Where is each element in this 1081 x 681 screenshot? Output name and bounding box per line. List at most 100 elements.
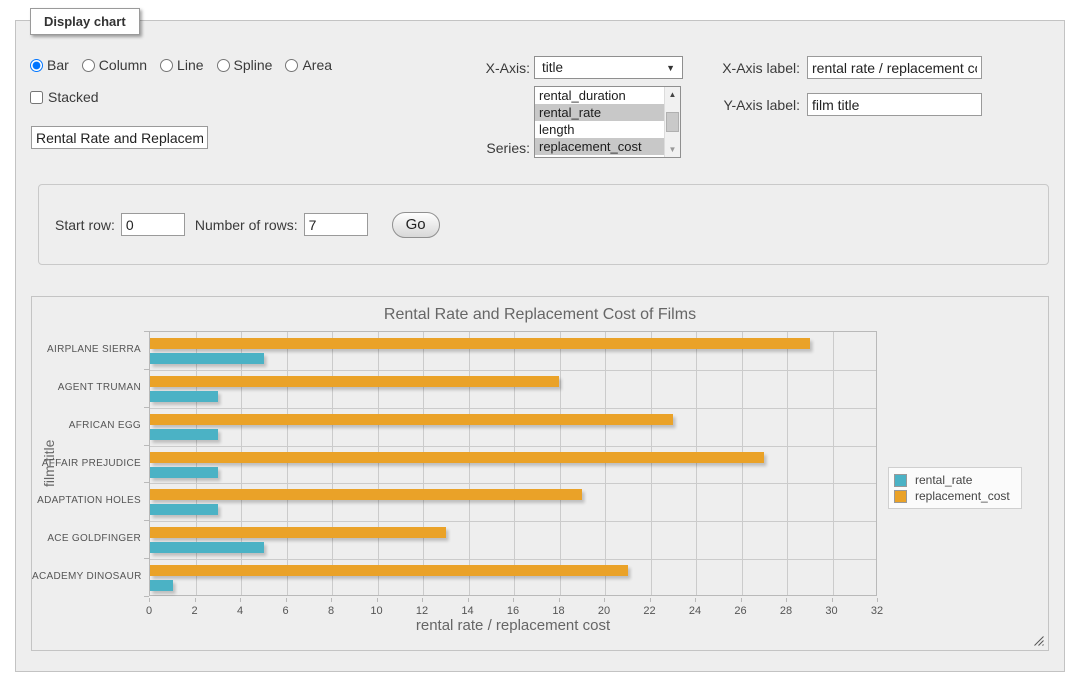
x-axis-tick-label: 16 bbox=[488, 605, 538, 617]
x-axis-tick-label: 22 bbox=[625, 605, 675, 617]
x-axis-tick-label: 28 bbox=[761, 605, 811, 617]
scrollbar-thumb[interactable] bbox=[666, 112, 679, 132]
x-axis-tick-label: 18 bbox=[534, 605, 584, 617]
bar-rental_rate bbox=[150, 542, 264, 553]
panel-title: Display chart bbox=[30, 8, 140, 35]
number-of-rows-input[interactable] bbox=[304, 213, 368, 236]
chart-type-radio-label: Bar bbox=[47, 57, 69, 73]
x-axis-tick bbox=[786, 598, 787, 602]
gridline-vertical bbox=[560, 332, 561, 595]
chart-type-radio-label: Area bbox=[302, 57, 332, 73]
series-options: rental_durationrental_ratelengthreplacem… bbox=[535, 87, 664, 157]
x-axis-tick-label: 30 bbox=[807, 605, 857, 617]
x-axis-tick bbox=[832, 598, 833, 602]
series-option[interactable]: replacement_cost bbox=[535, 138, 664, 155]
stacked-checkbox-row[interactable]: Stacked bbox=[30, 89, 99, 105]
chart-type-option-column[interactable]: Column bbox=[82, 57, 147, 73]
x-axis-tick-label: 4 bbox=[215, 605, 265, 617]
resize-handle-icon[interactable] bbox=[1033, 635, 1045, 647]
category-label: ACE GOLDFINGER bbox=[32, 533, 141, 544]
chart-type-option-bar[interactable]: Bar bbox=[30, 57, 69, 73]
chart-type-option-line[interactable]: Line bbox=[160, 57, 203, 73]
y-axis-label-field-label: Y-Axis label: bbox=[706, 97, 800, 113]
category-label: ACADEMY DINOSAUR bbox=[32, 571, 141, 582]
chart-container: Rental Rate and Replacement Cost of Film… bbox=[31, 296, 1049, 651]
series-option[interactable]: rental_rate bbox=[535, 104, 664, 121]
y-axis-tick bbox=[144, 369, 149, 370]
y-axis-tick bbox=[144, 558, 149, 559]
x-axis-tick-label: 14 bbox=[443, 605, 493, 617]
y-axis-tick bbox=[144, 482, 149, 483]
chart-type-radio-area[interactable] bbox=[285, 59, 298, 72]
x-axis-tick-label: 6 bbox=[261, 605, 311, 617]
gridline-vertical bbox=[833, 332, 834, 595]
bar-rental_rate bbox=[150, 353, 264, 364]
legend-swatch-replacement_cost bbox=[894, 490, 907, 503]
stacked-checkbox[interactable] bbox=[30, 91, 43, 104]
x-axis-tick-label: 12 bbox=[397, 605, 447, 617]
y-axis-label-input[interactable] bbox=[807, 93, 982, 116]
gridline-vertical bbox=[605, 332, 606, 595]
y-axis-tick bbox=[144, 445, 149, 446]
x-axis-label-input[interactable] bbox=[807, 56, 982, 79]
y-axis-tick bbox=[144, 331, 149, 332]
chart-type-radio-label: Spline bbox=[234, 57, 273, 73]
bar-replacement_cost bbox=[150, 527, 446, 538]
x-axis-tick bbox=[559, 598, 560, 602]
x-axis-tick bbox=[240, 598, 241, 602]
chart-type-radio-line[interactable] bbox=[160, 59, 173, 72]
category-label: AFRICAN EGG bbox=[32, 420, 141, 431]
gridline-vertical bbox=[287, 332, 288, 595]
x-axis-tick bbox=[650, 598, 651, 602]
chart-type-option-spline[interactable]: Spline bbox=[217, 57, 273, 73]
chart-legend: rental_rate replacement_cost bbox=[888, 467, 1022, 509]
display-chart-panel: Display chart BarColumnLineSplineArea St… bbox=[15, 20, 1065, 672]
x-axis-tick-label: 10 bbox=[352, 605, 402, 617]
legend-swatch-rental_rate bbox=[894, 474, 907, 487]
scroll-down-icon[interactable]: ▼ bbox=[665, 142, 680, 157]
gridline-horizontal bbox=[150, 559, 876, 560]
category-label: ADAPTATION HOLES bbox=[32, 495, 141, 506]
chart-type-option-area[interactable]: Area bbox=[285, 57, 332, 73]
number-of-rows-label: Number of rows: bbox=[195, 217, 298, 233]
chart-type-radio-column[interactable] bbox=[82, 59, 95, 72]
chart-type-radio-group: Bar Column Line Spline Area bbox=[30, 57, 332, 73]
gridline-horizontal bbox=[150, 521, 876, 522]
x-axis-tick-label: 32 bbox=[852, 605, 902, 617]
gridline-vertical bbox=[742, 332, 743, 595]
series-scrollbar[interactable]: ▲ ▼ bbox=[664, 87, 680, 157]
scroll-up-icon[interactable]: ▲ bbox=[665, 87, 680, 102]
go-button[interactable]: Go bbox=[392, 212, 440, 238]
gridline-vertical bbox=[787, 332, 788, 595]
series-option[interactable]: length bbox=[535, 121, 664, 138]
chart-type-radio-label: Line bbox=[177, 57, 203, 73]
bar-rental_rate bbox=[150, 504, 218, 515]
gridline-vertical bbox=[241, 332, 242, 595]
x-axis-tick-label: 26 bbox=[716, 605, 766, 617]
x-axis-select[interactable]: title ▼ bbox=[534, 56, 683, 79]
chart-type-radio-spline[interactable] bbox=[217, 59, 230, 72]
chart-title-input[interactable] bbox=[31, 126, 208, 149]
x-axis-tick bbox=[286, 598, 287, 602]
x-axis-selected-value: title bbox=[542, 60, 563, 75]
x-axis-tick-label: 2 bbox=[170, 605, 220, 617]
row-range-box: Start row: Number of rows: Go bbox=[38, 184, 1049, 265]
category-label: AIRPLANE SIERRA bbox=[32, 344, 141, 355]
series-option[interactable]: rental_duration bbox=[535, 87, 664, 104]
bar-replacement_cost bbox=[150, 338, 810, 349]
gridline-horizontal bbox=[150, 408, 876, 409]
legend-label: rental_rate bbox=[907, 473, 978, 487]
bar-replacement_cost bbox=[150, 452, 764, 463]
series-multiselect[interactable]: rental_durationrental_ratelengthreplacem… bbox=[534, 86, 681, 158]
gridline-vertical bbox=[651, 332, 652, 595]
chart-type-radio-bar[interactable] bbox=[30, 59, 43, 72]
legend-entry: rental_rate bbox=[894, 473, 1016, 487]
y-axis-tick bbox=[144, 520, 149, 521]
y-axis-tick bbox=[144, 407, 149, 408]
bar-rental_rate bbox=[150, 391, 218, 402]
gridline-vertical bbox=[514, 332, 515, 595]
gridline-horizontal bbox=[150, 370, 876, 371]
start-row-input[interactable] bbox=[121, 213, 185, 236]
legend-label: replacement_cost bbox=[907, 489, 1016, 503]
bar-rental_rate bbox=[150, 429, 218, 440]
